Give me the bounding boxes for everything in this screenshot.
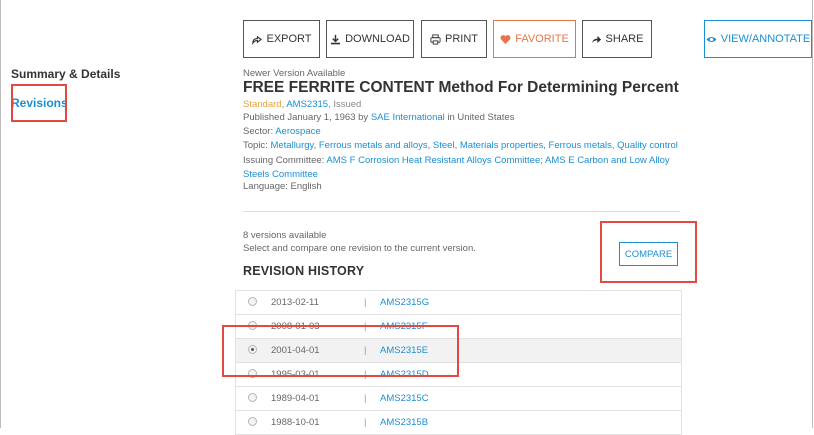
download-label: DOWNLOAD [345,33,410,45]
separator: | [364,297,367,308]
published-line: Published January 1, 1963 by SAE Interna… [243,112,514,123]
standard-type: Standard [243,99,282,110]
eye-icon [706,36,717,42]
standard-status: Issued [333,99,362,110]
revision-date: 2013-02-11 [271,297,319,308]
published-prefix: Published January 1, 1963 by [243,112,371,123]
revision-radio[interactable] [248,297,257,306]
print-label: PRINT [445,33,478,45]
committee-label: Issuing Committee: [243,155,327,166]
sector-line: Sector: Aerospace [243,126,321,137]
versions-count: 8 versions available [243,230,327,241]
revision-date: 1988-10-01 [271,417,320,428]
selected-revision-highlight-box [222,325,459,377]
language-line: Language: English [243,181,322,192]
revision-row[interactable]: 2013-02-11 | AMS2315G [236,291,681,315]
revision-row[interactable]: 1989-04-01 | AMS2315C [236,387,681,411]
topic-line: Topic: Metallurgy, Ferrous metals and al… [243,140,678,151]
export-label: EXPORT [266,33,312,45]
revisions-highlight-box [11,84,67,122]
standard-code-link[interactable]: AMS2315 [286,99,328,110]
export-button[interactable]: EXPORT [243,20,320,58]
published-suffix: in United States [444,112,515,123]
view-annotate-button[interactable]: VIEW/ANNOTATE [704,20,812,58]
revision-radio[interactable] [248,417,257,426]
section-divider [243,211,680,212]
revision-row[interactable]: 1988-10-01 | AMS2315B [236,411,681,435]
favorite-button[interactable]: FAVORITE [493,20,576,58]
revision-code-link[interactable]: AMS2315B [380,417,428,428]
separator: | [364,417,367,428]
newer-version-notice: Newer Version Available [243,68,346,79]
download-icon [331,34,341,44]
compare-hint: Select and compare one revision to the c… [243,243,476,254]
heart-icon [500,34,511,44]
revision-history-heading: REVISION HISTORY [243,264,365,278]
printer-icon [430,33,441,45]
frame-left-border [0,0,1,428]
sector-label: Sector: [243,126,276,137]
share-button[interactable]: SHARE [582,20,652,58]
topic-links[interactable]: Metallurgy, Ferrous metals and alloys, S… [270,140,677,151]
separator: | [364,393,367,404]
download-button[interactable]: DOWNLOAD [326,20,414,58]
sidebar-item-summary-details[interactable]: Summary & Details [11,67,120,81]
topic-label: Topic: [243,140,271,151]
view-annotate-label: VIEW/ANNOTATE [720,33,811,45]
revision-date: 1989-04-01 [271,393,320,404]
compare-highlight-box [600,221,697,283]
sector-link[interactable]: Aerospace [275,126,320,137]
print-button[interactable]: PRINT [421,20,487,58]
share-icon [591,35,601,43]
share-label: SHARE [605,33,644,45]
issuing-committee-line: Issuing Committee: AMS F Corrosion Heat … [243,154,683,181]
revision-radio[interactable] [248,393,257,402]
export-icon [252,35,263,45]
revision-code-link[interactable]: AMS2315C [380,393,429,404]
favorite-label: FAVORITE [515,33,569,45]
page-title: FREE FERRITE CONTENT Method For Determin… [243,79,679,96]
standard-line: Standard, AMS2315, Issued [243,99,361,110]
publisher-link[interactable]: SAE International [371,112,445,123]
revision-code-link[interactable]: AMS2315G [380,297,429,308]
action-toolbar: EXPORT DOWNLOAD PRINT FAVORITE SHARE VIE… [0,20,814,60]
frame-right-border [812,0,813,428]
